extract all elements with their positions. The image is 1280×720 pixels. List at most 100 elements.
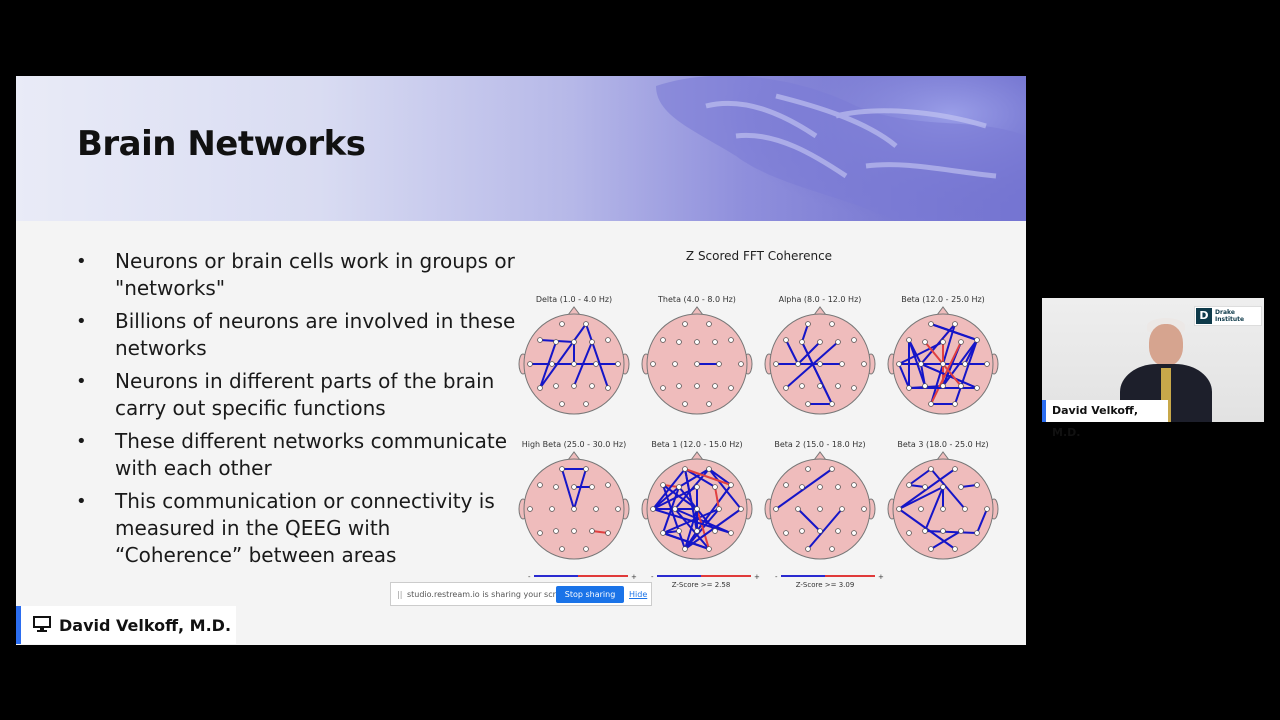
electrode <box>773 361 779 367</box>
electrode <box>571 528 577 534</box>
electrode <box>799 484 805 490</box>
electrode <box>952 401 958 407</box>
electrode <box>537 530 543 536</box>
electrode <box>589 528 595 534</box>
electrode <box>593 361 599 367</box>
legend-minus: - <box>528 573 531 581</box>
electrode <box>583 546 589 552</box>
hide-link[interactable]: Hide <box>629 590 647 599</box>
electrode <box>851 385 857 391</box>
electrode <box>537 385 543 391</box>
electrode <box>682 321 688 327</box>
electrode <box>694 484 700 490</box>
electrode <box>835 528 841 534</box>
electrode <box>706 546 712 552</box>
electrode <box>851 337 857 343</box>
electrode <box>712 383 718 389</box>
electrode <box>571 383 577 389</box>
head-label: Alpha (8.0 - 12.0 Hz) <box>779 295 862 304</box>
electrode <box>783 482 789 488</box>
electrode <box>553 339 559 345</box>
electrode <box>817 528 823 534</box>
electrode <box>928 546 934 552</box>
electrode <box>615 361 621 367</box>
electrode <box>795 506 801 512</box>
electrode <box>958 383 964 389</box>
electrode <box>650 361 656 367</box>
electrode <box>940 528 946 534</box>
electrode <box>682 546 688 552</box>
electrode <box>716 361 722 367</box>
head-label: Beta (12.0 - 25.0 Hz) <box>901 295 985 304</box>
electrode <box>676 339 682 345</box>
electrode <box>922 484 928 490</box>
screen-share-bar: || studio.restream.io is sharing your sc… <box>390 582 652 606</box>
electrode <box>583 401 589 407</box>
logo-mark: D <box>1196 308 1212 324</box>
electrode <box>829 546 835 552</box>
electrode <box>918 361 924 367</box>
electrode <box>906 385 912 391</box>
electrode <box>805 466 811 472</box>
legend-caption: Z-Score >= 3.09 <box>796 581 855 589</box>
electrode <box>706 401 712 407</box>
electrode <box>694 339 700 345</box>
electrode <box>728 530 734 536</box>
electrode <box>795 361 801 367</box>
electrode <box>952 321 958 327</box>
electrode <box>682 466 688 472</box>
electrode <box>783 337 789 343</box>
electrode <box>605 337 611 343</box>
electrode <box>773 506 779 512</box>
electrode <box>660 530 666 536</box>
electrode <box>839 506 845 512</box>
drake-logo: D Drake Institute <box>1194 306 1262 326</box>
electrode <box>682 401 688 407</box>
electrode <box>694 361 700 367</box>
stop-sharing-button[interactable]: Stop sharing <box>556 586 624 603</box>
electrode <box>896 506 902 512</box>
electrode <box>712 528 718 534</box>
electrode <box>571 361 577 367</box>
electrode <box>553 484 559 490</box>
electrode <box>571 506 577 512</box>
head-label: Beta 3 (18.0 - 25.0 Hz) <box>897 440 988 449</box>
electrode <box>817 361 823 367</box>
webcam-name-label: David Velkoff, M.D. <box>1042 400 1168 439</box>
electrode <box>958 339 964 345</box>
electrode <box>906 337 912 343</box>
electrode <box>549 361 555 367</box>
electrode <box>958 484 964 490</box>
electrode <box>738 361 744 367</box>
electrode <box>571 484 577 490</box>
electrode <box>738 506 744 512</box>
electrode <box>716 506 722 512</box>
head-label: Theta (4.0 - 8.0 Hz) <box>657 295 736 304</box>
electrode <box>589 484 595 490</box>
electrode <box>829 321 835 327</box>
electrode <box>952 466 958 472</box>
electrode <box>706 321 712 327</box>
electrode <box>728 337 734 343</box>
drag-handle-icon[interactable]: || <box>397 590 402 599</box>
presenter-tag: David Velkoff, M.D. <box>16 606 236 644</box>
presentation-slide: Brain Networks Neurons or brain cells wo… <box>16 76 1026 645</box>
electrode <box>660 337 666 343</box>
electrode <box>559 466 565 472</box>
electrode <box>817 383 823 389</box>
electrode <box>694 383 700 389</box>
electrode <box>829 466 835 472</box>
electrode <box>593 506 599 512</box>
electrode <box>694 528 700 534</box>
electrode <box>559 401 565 407</box>
electrode <box>974 385 980 391</box>
electrode <box>559 321 565 327</box>
electrode <box>817 484 823 490</box>
electrode <box>928 321 934 327</box>
electrode <box>922 339 928 345</box>
electrode <box>984 361 990 367</box>
electrode <box>851 530 857 536</box>
electrode <box>861 506 867 512</box>
electrode <box>940 361 946 367</box>
coherence-figure: Delta (1.0 - 4.0 Hz) Theta (4.0 - 8.0 Hz)… <box>518 295 999 589</box>
